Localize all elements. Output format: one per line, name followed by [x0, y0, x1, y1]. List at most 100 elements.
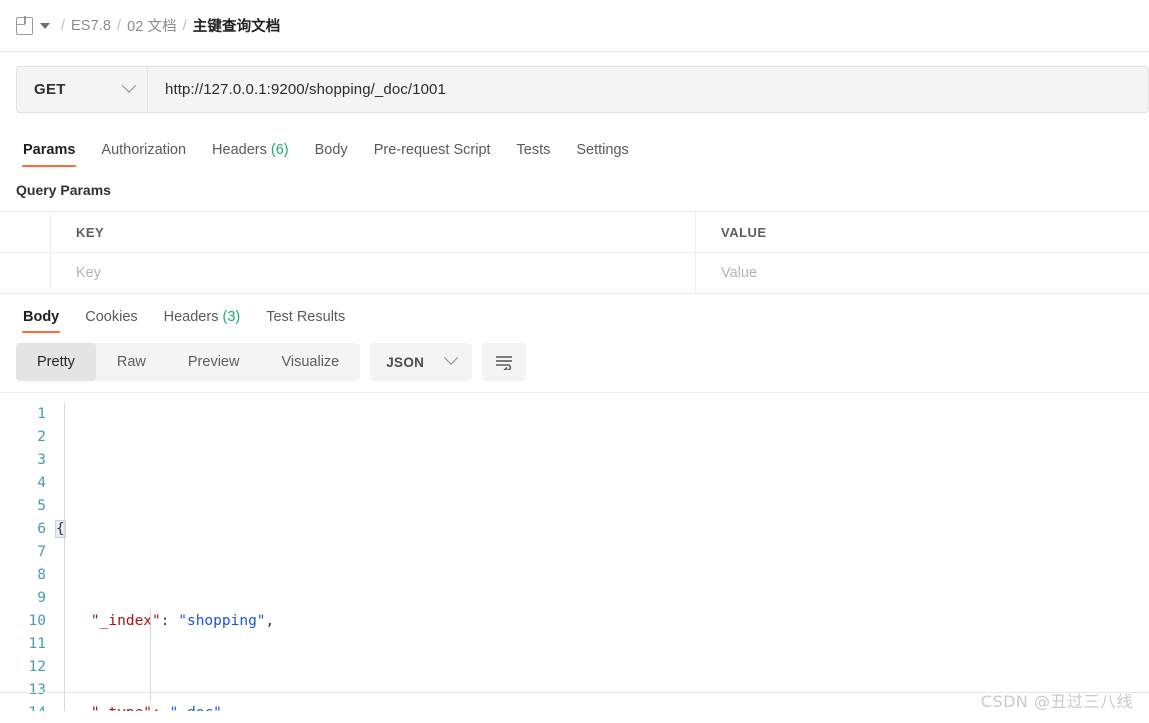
- tab-params-label: Params: [23, 142, 76, 158]
- query-params-title: Query Params: [16, 182, 111, 198]
- param-key-input[interactable]: Key: [51, 253, 696, 293]
- tab-tests-label: Tests: [516, 142, 551, 158]
- breadcrumb-item-folder[interactable]: 02 文档: [127, 15, 177, 36]
- json-value-type: "_doc": [170, 705, 222, 711]
- tab-pre-request-script-label: Pre-request Script: [373, 142, 491, 158]
- line-number: 8: [37, 567, 46, 583]
- view-mode-raw-label: Raw: [116, 354, 146, 370]
- url-value: http://127.0.0.1:9200/shopping/_doc/1001: [165, 81, 446, 98]
- fold-guide: [64, 403, 65, 711]
- code-line-1: {: [55, 518, 1149, 541]
- watermark: CSDN @丑过三八线: [980, 692, 1133, 711]
- breadcrumb-item-es78[interactable]: ES7.8: [71, 18, 111, 34]
- json-value-index: "shopping": [178, 613, 266, 629]
- line-number: 1: [37, 406, 46, 422]
- json-comma: ,: [265, 613, 275, 629]
- tab-body-label: Body: [314, 142, 348, 158]
- json-colon: :: [152, 705, 169, 711]
- response-tab-cookies[interactable]: Cookies: [72, 309, 150, 333]
- tab-headers-label: Headers: [212, 142, 267, 158]
- json-code-block[interactable]: { "_index": "shopping", "_type": "_doc",…: [55, 393, 1149, 711]
- response-tabs: Body Cookies Headers (3) Test Results: [0, 295, 1149, 333]
- response-tab-headers-label: Headers: [163, 309, 219, 325]
- breadcrumb-item-current[interactable]: 主键查询文档: [193, 15, 281, 36]
- line-number: 6: [37, 521, 46, 537]
- column-header-key-label: KEY: [76, 224, 105, 240]
- response-body-viewer[interactable]: 1 2 3 4 5 6 7 8 9 10 11 12 13 14 15 { "_…: [0, 392, 1149, 711]
- method-label: GET: [34, 81, 66, 98]
- json-key-type: "_type": [91, 705, 152, 711]
- line-number: 13: [28, 682, 46, 698]
- param-value-placeholder: Value: [721, 265, 758, 281]
- tab-pre-request-script[interactable]: Pre-request Script: [361, 142, 504, 167]
- fold-guide: [150, 610, 151, 702]
- line-number: 14: [0, 702, 46, 711]
- view-mode-group: Pretty Raw Preview Visualize: [16, 343, 361, 381]
- json-colon: :: [160, 613, 179, 629]
- breadcrumb-separator: /: [61, 17, 66, 34]
- tab-body[interactable]: Body: [302, 142, 361, 167]
- view-mode-visualize[interactable]: Visualize: [260, 343, 360, 381]
- json-comma: ,: [222, 705, 231, 711]
- view-mode-raw[interactable]: Raw: [96, 343, 167, 381]
- response-tab-headers-count: (3): [222, 309, 241, 325]
- line-number: 12: [28, 659, 46, 675]
- param-key-placeholder: Key: [76, 265, 101, 281]
- column-header-value: VALUE: [696, 212, 1149, 252]
- request-url-row: GET http://127.0.0.1:9200/shopping/_doc/…: [0, 52, 1149, 127]
- format-select[interactable]: JSON: [370, 343, 473, 381]
- tab-tests[interactable]: Tests: [504, 142, 564, 167]
- view-mode-pretty-label: Pretty: [37, 354, 75, 370]
- breadcrumb-bar: / ES7.8 / 02 文档 / 主键查询文档: [0, 0, 1149, 52]
- view-mode-preview-label: Preview: [187, 354, 240, 370]
- wrap-lines-button[interactable]: [482, 343, 527, 381]
- response-view-bar: Pretty Raw Preview Visualize JSON: [0, 333, 1149, 392]
- response-tab-cookies-label: Cookies: [85, 309, 138, 325]
- response-tab-body[interactable]: Body: [10, 309, 72, 333]
- chevron-down-icon: [121, 78, 137, 93]
- chevron-down-icon: [444, 350, 459, 365]
- select-all-cell: [0, 212, 51, 252]
- tab-authorization-label: Authorization: [101, 142, 187, 158]
- tab-params[interactable]: Params: [10, 142, 88, 167]
- format-label: JSON: [386, 354, 425, 370]
- line-number-gutter: 1 2 3 4 5 6 7 8 9 10 11 12 13 14 15: [0, 393, 56, 711]
- column-header-value-label: VALUE: [721, 224, 767, 240]
- tab-settings-label: Settings: [576, 142, 629, 158]
- row-checkbox-cell[interactable]: [0, 253, 51, 293]
- param-value-input[interactable]: Value: [696, 253, 1149, 293]
- line-number: 5: [37, 498, 46, 514]
- line-number: 10: [28, 613, 46, 629]
- response-tab-test-results[interactable]: Test Results: [253, 309, 358, 333]
- view-mode-visualize-label: Visualize: [281, 354, 340, 370]
- response-tab-headers[interactable]: Headers (3): [151, 309, 254, 333]
- tab-headers-count: (6): [270, 142, 289, 158]
- column-header-key: KEY: [51, 212, 696, 252]
- line-number: 7: [37, 544, 46, 560]
- tab-authorization[interactable]: Authorization: [88, 142, 199, 167]
- table-header-row: KEY VALUE: [0, 212, 1149, 253]
- wrap-lines-icon: [496, 356, 513, 370]
- breadcrumb-separator: /: [182, 17, 187, 34]
- bottom-divider: [0, 692, 1149, 693]
- query-params-table: KEY VALUE Key Value: [0, 211, 1149, 294]
- line-number: 3: [37, 452, 46, 468]
- document-icon: [16, 15, 33, 35]
- response-tab-test-results-label: Test Results: [266, 309, 346, 325]
- method-select[interactable]: GET: [16, 66, 147, 113]
- request-tabs: Params Authorization Headers (6) Body Pr…: [0, 127, 1149, 167]
- line-number: 9: [37, 590, 46, 606]
- line-number: 11: [28, 636, 46, 652]
- tab-settings[interactable]: Settings: [563, 142, 641, 167]
- breadcrumb-separator: /: [117, 17, 122, 34]
- view-mode-pretty[interactable]: Pretty: [16, 343, 96, 381]
- line-number: 2: [37, 429, 46, 445]
- line-number: 4: [37, 475, 46, 491]
- view-mode-preview[interactable]: Preview: [167, 343, 261, 381]
- tab-headers[interactable]: Headers (6): [199, 142, 302, 167]
- table-row[interactable]: Key Value: [0, 253, 1149, 293]
- code-line-2: "_index": "shopping",: [56, 610, 1149, 633]
- url-input[interactable]: http://127.0.0.1:9200/shopping/_doc/1001: [147, 66, 1149, 113]
- response-tab-body-label: Body: [23, 309, 60, 325]
- chevron-down-icon[interactable]: [40, 22, 50, 29]
